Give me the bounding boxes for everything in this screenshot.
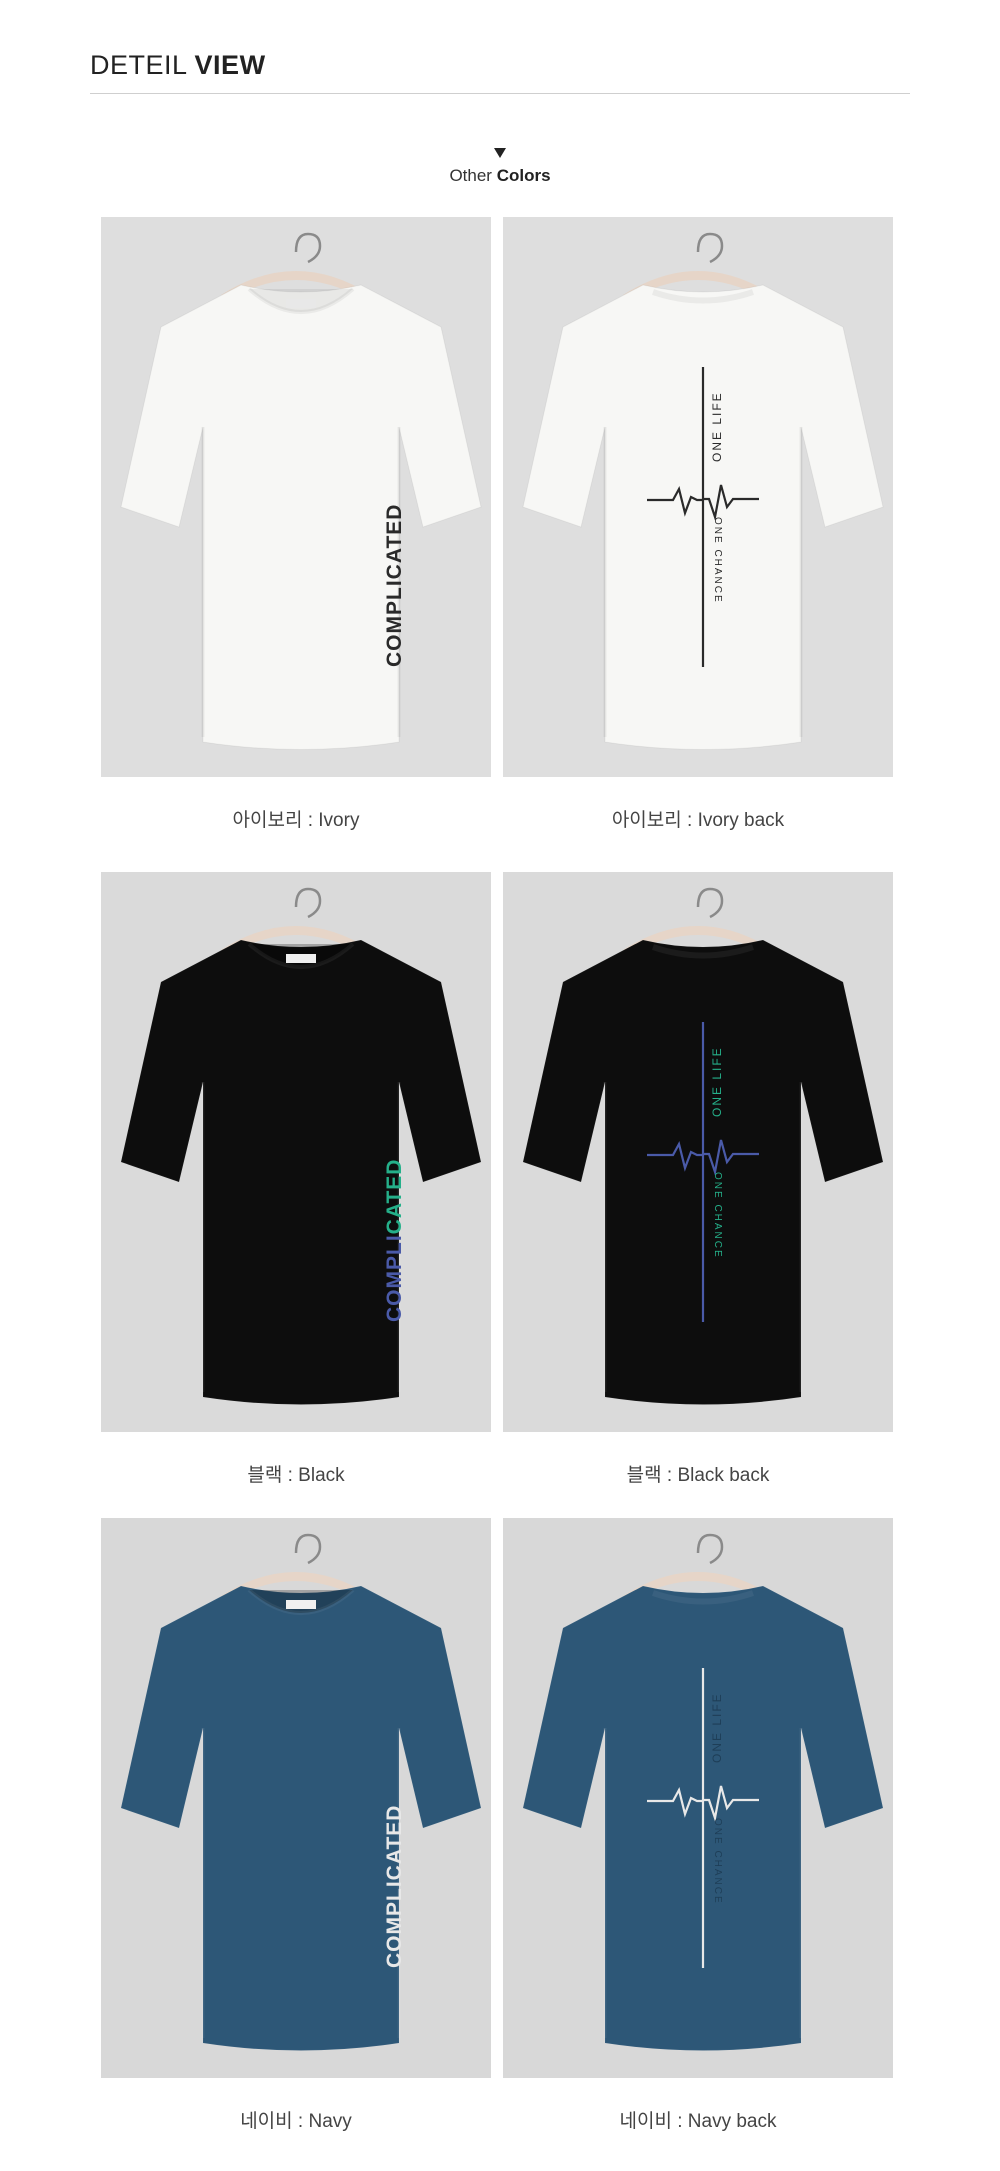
- caption-korean: 네이비: [619, 2111, 672, 2132]
- product-caption: 아이보리 : Ivory back: [503, 805, 893, 832]
- print-text-one-life: ONE LIFE: [710, 1046, 724, 1117]
- triangle-down-icon: [494, 148, 506, 158]
- detail-view-header: DETEIL VIEW: [90, 50, 910, 94]
- product-photo-black-back: ONE LIFE ONE CHANCE: [503, 872, 893, 1432]
- section-title: DETEIL VIEW: [90, 50, 910, 81]
- caption-separator: :: [282, 1465, 299, 1486]
- caption-separator: :: [302, 810, 319, 831]
- caption-english: Ivory: [318, 810, 360, 831]
- caption-korean: 블랙: [247, 1465, 283, 1486]
- neck-label: [286, 299, 316, 308]
- caption-korean: 아이보리: [232, 810, 303, 831]
- neck-label: [286, 954, 316, 963]
- caption-separator: :: [671, 2111, 688, 2132]
- product-photo-ivory: COMPLICATED: [101, 217, 491, 777]
- header-divider: [90, 93, 910, 94]
- section-title-thin: DETEIL: [90, 50, 187, 80]
- product-caption: 블랙 : Black back: [503, 1460, 893, 1487]
- caption-separator: :: [661, 1465, 678, 1486]
- print-text-one-life: ONE LIFE: [710, 391, 724, 462]
- caption-english: Black back: [677, 1465, 770, 1486]
- product-caption: 네이비 : Navy back: [503, 2106, 893, 2133]
- other-colors-bold: Colors: [496, 166, 551, 185]
- print-text-one-chance: ONE CHANCE: [712, 517, 723, 604]
- other-colors-heading: Other Colors: [0, 148, 1000, 186]
- print-text: COMPLICATED: [383, 1159, 406, 1322]
- caption-korean: 블랙: [626, 1465, 662, 1486]
- section-title-bold: VIEW: [194, 50, 266, 80]
- print-text-one-life: ONE LIFE: [710, 1692, 724, 1763]
- other-colors-label: Other Colors: [0, 166, 1000, 186]
- product-caption: 블랙 : Black: [101, 1460, 491, 1487]
- caption-separator: :: [292, 2111, 309, 2132]
- caption-korean: 아이보리: [611, 810, 682, 831]
- product-photo-navy: COMPLICATED: [101, 1518, 491, 2078]
- caption-english: Black: [298, 1465, 345, 1486]
- other-colors-prefix: Other: [449, 166, 492, 185]
- caption-separator: :: [681, 810, 698, 831]
- print-text: COMPLICATED: [383, 1805, 406, 1968]
- caption-english: Ivory back: [697, 810, 785, 831]
- product-photo-navy-back: ONE LIFE ONE CHANCE: [503, 1518, 893, 2078]
- product-caption: 아이보리 : Ivory: [101, 805, 491, 832]
- caption-english: Navy back: [687, 2111, 777, 2132]
- print-text-one-chance: ONE CHANCE: [712, 1818, 723, 1905]
- caption-english: Navy: [308, 2111, 352, 2132]
- product-photo-black: COMPLICATED: [101, 872, 491, 1432]
- product-caption: 네이비 : Navy: [101, 2106, 491, 2133]
- product-photo-ivory-back: ONE LIFE ONE CHANCE: [503, 217, 893, 777]
- caption-korean: 네이비: [240, 2111, 293, 2132]
- print-text-one-chance: ONE CHANCE: [712, 1172, 723, 1259]
- neck-label: [286, 1600, 316, 1609]
- print-text: COMPLICATED: [383, 504, 406, 667]
